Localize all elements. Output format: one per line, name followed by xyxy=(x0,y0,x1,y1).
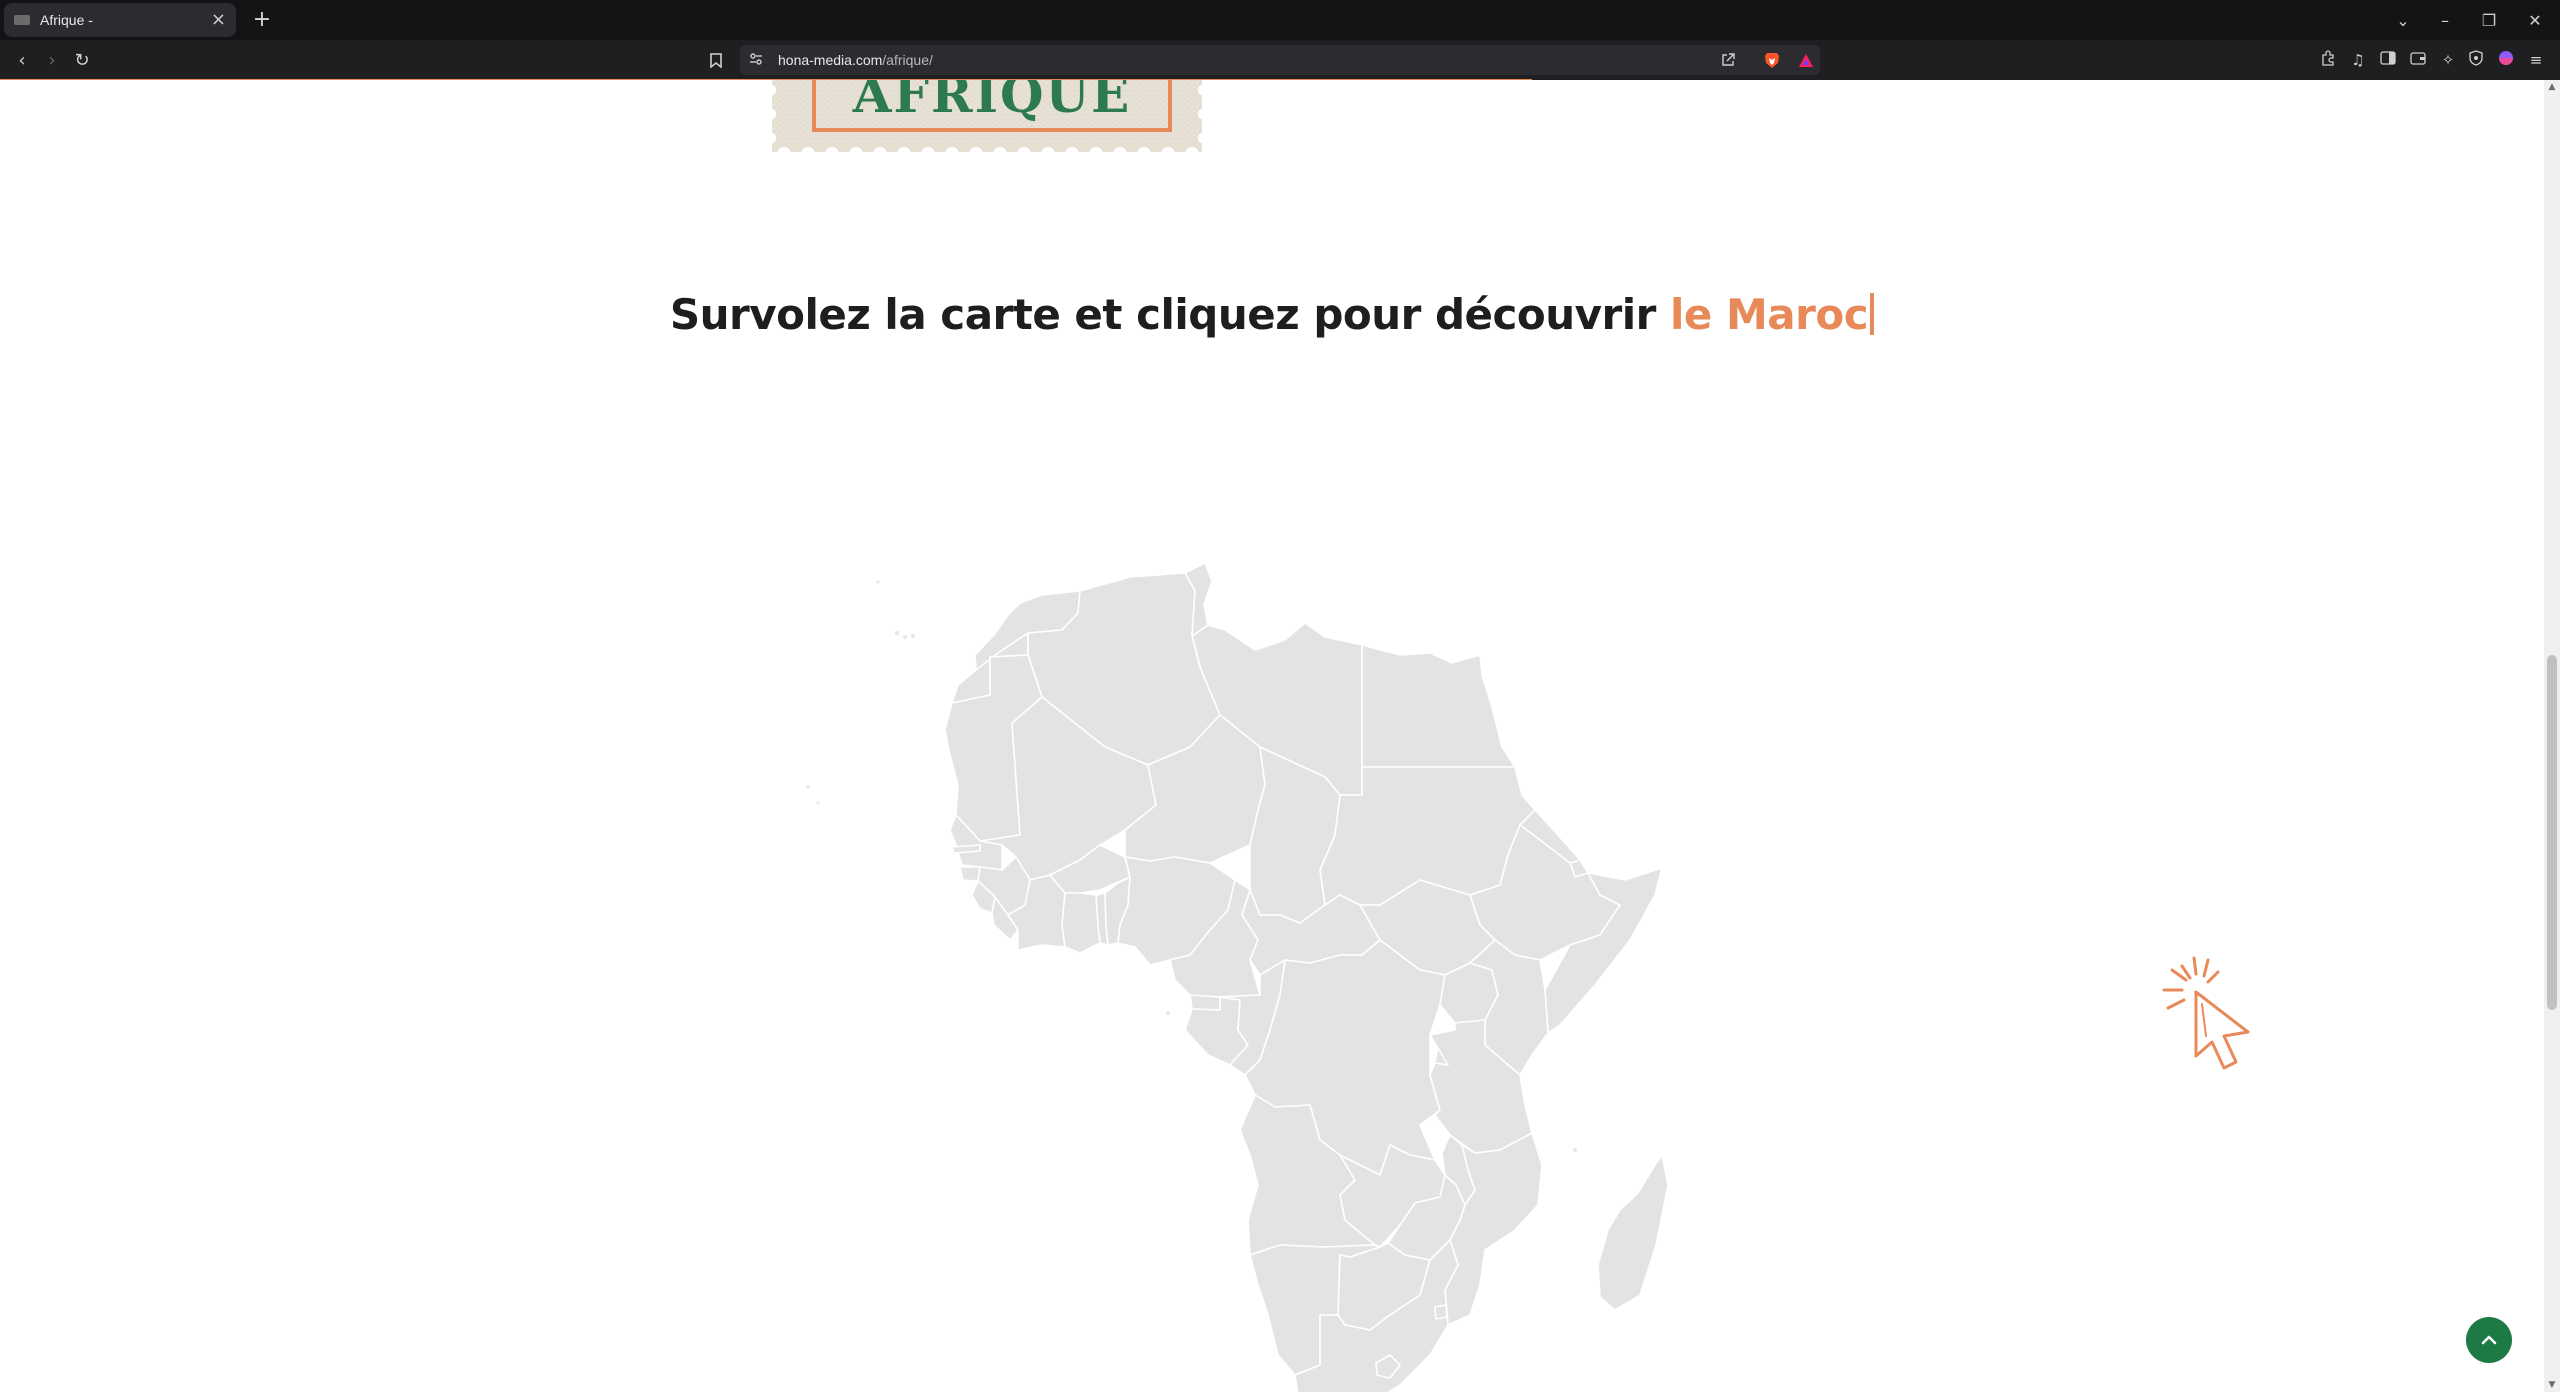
reload-button[interactable]: ↻ xyxy=(68,46,96,74)
tab-list-button[interactable]: ⌄ xyxy=(2380,0,2426,40)
brave-rewards-icon[interactable] xyxy=(1798,52,1814,69)
island-canary-3 xyxy=(911,634,915,638)
music-icon[interactable]: ♫ xyxy=(2348,50,2368,70)
country-gambia[interactable] xyxy=(951,844,981,854)
restore-button[interactable]: ❐ xyxy=(2466,0,2512,40)
extensions-icon[interactable] xyxy=(2318,50,2338,70)
scroll-up-arrow[interactable]: ▲ xyxy=(2544,80,2560,94)
headline-typed-country: le Maroc xyxy=(1670,290,1869,339)
country-eswatini[interactable] xyxy=(1434,1304,1448,1320)
minimize-button[interactable]: – xyxy=(2422,0,2468,40)
new-tab-button[interactable]: + xyxy=(248,6,276,34)
url-domain: hona-media.com xyxy=(778,52,883,68)
sidebar-icon[interactable] xyxy=(2378,50,2398,70)
vpn-shield-icon[interactable] xyxy=(2466,50,2486,70)
tab-bar: Afrique - × + ⌄ – ❐ ✕ xyxy=(0,0,2560,40)
tab-close-icon[interactable]: × xyxy=(211,11,226,29)
address-bar[interactable]: hona-media.com/afrique/ xyxy=(740,45,1820,75)
cursor-click-icon xyxy=(2162,956,2250,1070)
headline-text: Survolez la carte et cliquez pour découv… xyxy=(669,290,1670,339)
chevron-up-icon xyxy=(2481,1335,2497,1345)
tab-favicon-icon xyxy=(14,15,30,25)
bookmark-icon[interactable] xyxy=(702,46,730,74)
site-settings-icon[interactable] xyxy=(748,52,764,68)
close-window-button[interactable]: ✕ xyxy=(2512,0,2558,40)
stamp-label: AFRIQUE xyxy=(812,80,1172,132)
island-madeira xyxy=(876,580,880,584)
leo-ai-icon[interactable]: ✧ xyxy=(2438,50,2458,70)
wallet-icon[interactable] xyxy=(2408,50,2428,70)
back-to-top-button[interactable] xyxy=(2466,1317,2512,1363)
page-content: AFRIQUE Survolez la carte et cliquez pou… xyxy=(0,80,2544,1392)
island-cape-verde-2 xyxy=(816,801,820,805)
country-egypt[interactable] xyxy=(1361,644,1516,768)
scroll-down-arrow[interactable]: ▼ xyxy=(2544,1378,2560,1392)
island-sao-tome xyxy=(1166,1011,1170,1015)
back-button[interactable]: ‹ xyxy=(8,46,36,74)
url-text[interactable]: hona-media.com/afrique/ xyxy=(778,52,933,68)
share-icon[interactable] xyxy=(1720,52,1736,68)
island-canary xyxy=(895,631,899,635)
country-madagascar[interactable] xyxy=(1597,1154,1669,1311)
browser-tab[interactable]: Afrique - × xyxy=(4,3,236,37)
forward-button[interactable]: › xyxy=(38,46,66,74)
country-equatorial-guinea[interactable] xyxy=(1189,994,1221,1011)
brave-shields-icon[interactable] xyxy=(1764,52,1780,69)
scrollbar-thumb[interactable] xyxy=(2547,655,2557,1010)
profile-avatar-icon[interactable] xyxy=(2496,50,2516,70)
africa-map[interactable] xyxy=(780,485,1680,1392)
url-path: /afrique/ xyxy=(882,52,933,68)
menu-icon[interactable]: ≡ xyxy=(2526,50,2546,70)
country-guinea-bissau[interactable] xyxy=(959,866,981,882)
tab-title: Afrique - xyxy=(40,12,93,28)
country-ghana[interactable] xyxy=(1061,892,1101,954)
page-headline: Survolez la carte et cliquez pour découv… xyxy=(0,290,2544,339)
typing-caret xyxy=(1870,293,1875,335)
island-comoros xyxy=(1573,1148,1577,1152)
island-cape-verde xyxy=(806,785,810,789)
island-canary-2 xyxy=(903,635,907,639)
